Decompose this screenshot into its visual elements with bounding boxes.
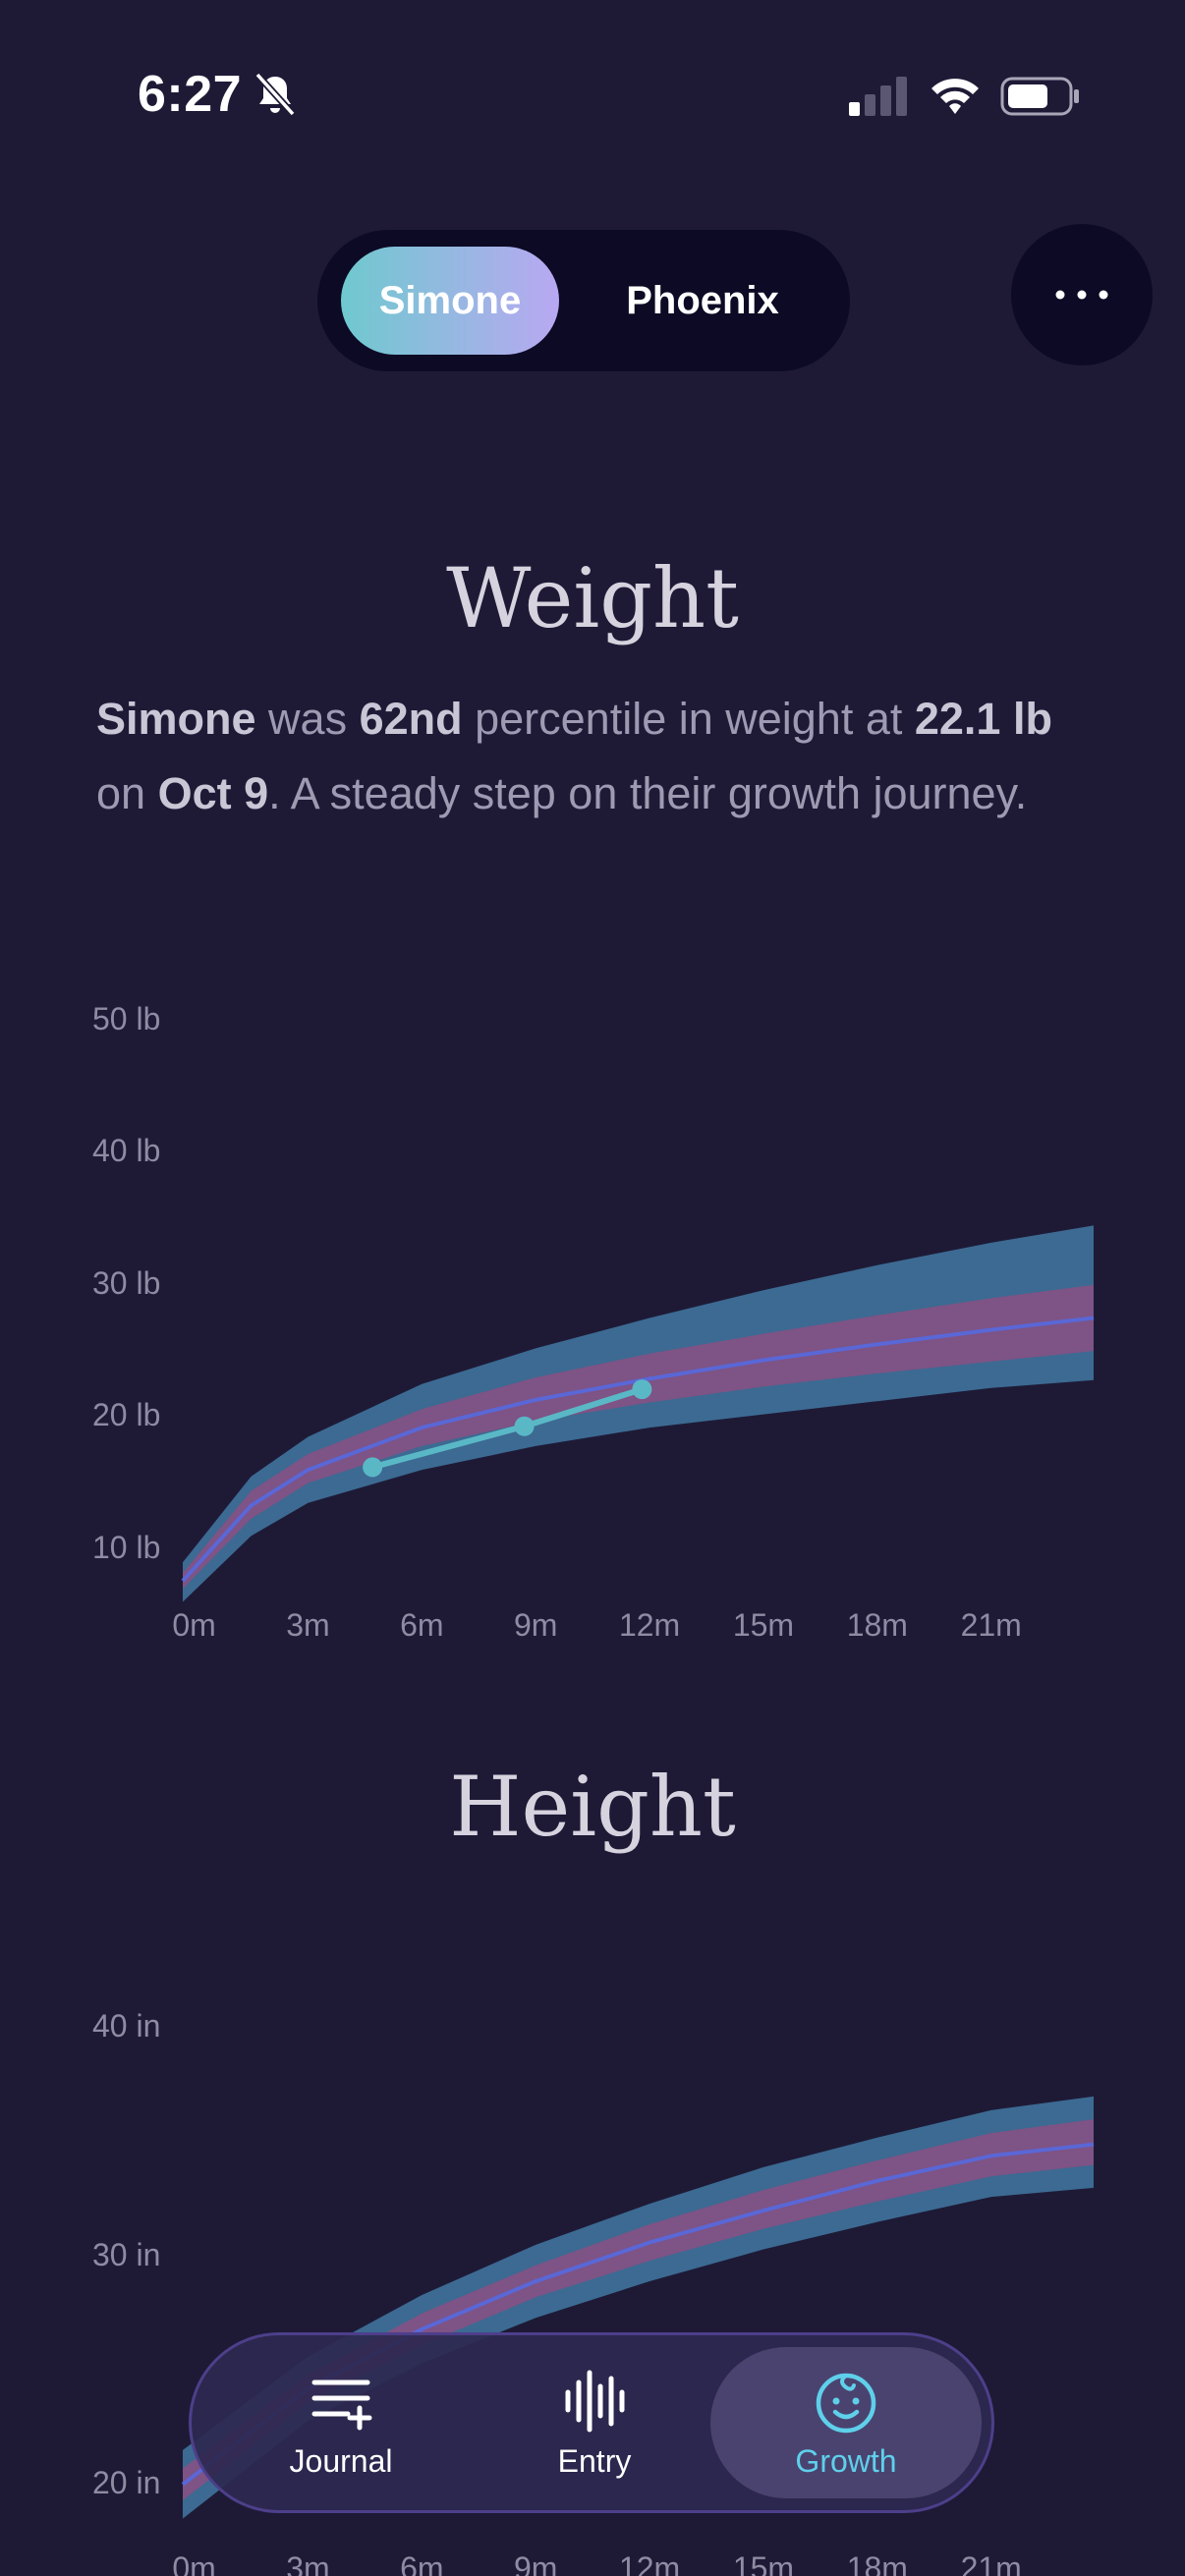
bottom-nav: Journal Entry Growth bbox=[189, 2332, 994, 2513]
waveform-icon bbox=[565, 2370, 625, 2432]
weight-y-tick-label: 30 lb bbox=[92, 1264, 161, 1301]
height-x-tick-label: 9m bbox=[513, 2550, 558, 2576]
weight-title: Weight bbox=[446, 550, 739, 646]
weight-x-tick-label: 9m bbox=[513, 1607, 558, 1643]
battery-icon bbox=[1000, 77, 1079, 116]
nav-growth[interactable]: Growth bbox=[710, 2347, 982, 2498]
nav-entry-label: Entry bbox=[557, 2442, 632, 2479]
summary-value: 22.1 lb bbox=[914, 694, 1052, 744]
nav-growth-label: Growth bbox=[795, 2442, 897, 2479]
weight-x-tick-label: 12m bbox=[618, 1607, 681, 1643]
summary-text-4: . A steady step on their growth journey. bbox=[268, 768, 1028, 818]
summary-text-2: percentile in weight at bbox=[462, 694, 915, 744]
height-x-tick-label: 6m bbox=[400, 2550, 444, 2576]
status-time: 6:27 bbox=[138, 66, 243, 123]
cellular-signal-icon bbox=[849, 77, 907, 116]
ellipsis-icon bbox=[1055, 290, 1108, 300]
height-x-tick-label: 0m bbox=[172, 2550, 216, 2576]
summary-text-3: on bbox=[96, 768, 158, 818]
weight-chart: 10 lb 20 lb 30 lb 40 lb 50 lb 0m 3m 6m 9m 12m 15m 1… bbox=[0, 963, 1185, 1670]
wifi-icon bbox=[931, 79, 979, 114]
weight-y-tick-label: 10 lb bbox=[92, 1529, 161, 1565]
profile-option-phoenix[interactable]: Phoenix bbox=[575, 247, 830, 355]
weight-y-tick-label: 40 lb bbox=[92, 1133, 161, 1169]
weight-outer-percentile-band bbox=[183, 1225, 1094, 1602]
bell-slash-icon bbox=[254, 72, 296, 117]
summary-name: Simone bbox=[96, 694, 256, 744]
journal-add-icon bbox=[311, 2380, 372, 2430]
weight-data-point[interactable] bbox=[632, 1379, 652, 1400]
height-x-tick-label: 21m bbox=[960, 2550, 1022, 2576]
summary-date: Oct 9 bbox=[157, 768, 269, 818]
height-x-tick-label: 15m bbox=[732, 2550, 795, 2576]
weight-data-point[interactable] bbox=[514, 1416, 535, 1436]
growth-screen: 6:27 Simone Phoenix Weight Simone was 62… bbox=[0, 0, 1185, 2576]
weight-x-tick-label: 15m bbox=[732, 1607, 795, 1643]
weight-x-tick-label: 0m bbox=[172, 1607, 216, 1643]
nav-journal-label: Journal bbox=[289, 2442, 393, 2479]
height-y-tick-label: 30 in bbox=[92, 2236, 161, 2272]
height-x-tick-label: 12m bbox=[618, 2550, 681, 2576]
weight-data-point[interactable] bbox=[363, 1457, 383, 1478]
height-y-tick-label: 20 in bbox=[92, 2464, 161, 2500]
weight-summary: Simone was 62nd percentile in weight at … bbox=[96, 682, 1089, 831]
baby-face-icon bbox=[816, 2373, 876, 2433]
weight-x-tick-label: 21m bbox=[960, 1607, 1022, 1643]
height-title: Height bbox=[449, 1759, 736, 1855]
summary-percentile: 62nd bbox=[359, 694, 463, 744]
status-bar: 6:27 bbox=[0, 0, 1185, 196]
summary-text-1: was bbox=[255, 694, 360, 744]
nav-entry[interactable]: Entry bbox=[469, 2347, 720, 2498]
weight-y-tick-label: 50 lb bbox=[92, 1001, 161, 1036]
nav-journal[interactable]: Journal bbox=[215, 2347, 467, 2498]
profile-switch: Simone Phoenix bbox=[317, 230, 850, 371]
weight-x-tick-label: 6m bbox=[400, 1607, 444, 1643]
height-x-tick-label: 18m bbox=[846, 2550, 908, 2576]
height-y-tick-label: 40 in bbox=[92, 2008, 161, 2044]
profile-option-simone[interactable]: Simone bbox=[341, 247, 559, 355]
more-button[interactable] bbox=[1011, 224, 1153, 365]
weight-x-tick-label: 18m bbox=[846, 1607, 908, 1643]
weight-x-tick-label: 3m bbox=[286, 1607, 330, 1643]
height-x-tick-label: 3m bbox=[286, 2550, 330, 2576]
weight-y-tick-label: 20 lb bbox=[92, 1397, 161, 1433]
